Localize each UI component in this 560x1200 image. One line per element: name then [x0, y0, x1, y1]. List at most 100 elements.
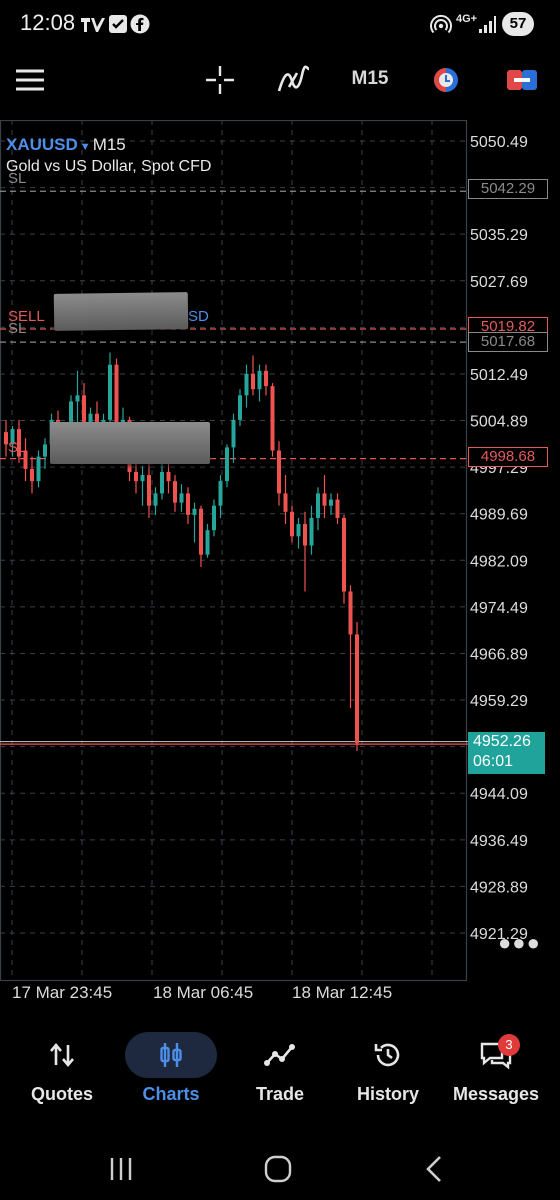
nav-history-label: History [356, 1084, 419, 1104]
x-tick-label: 18 Mar 12:45 [292, 983, 392, 1002]
symbol-name: XAUUSD [6, 135, 78, 154]
nav-trade[interactable]: Trade [226, 1026, 334, 1116]
menu-icon [16, 69, 44, 91]
facebook-icon [130, 14, 150, 39]
candle-body [75, 395, 80, 402]
candle-body [257, 370, 262, 390]
recent-apps-icon[interactable] [108, 1156, 134, 1182]
candle-body [348, 591, 353, 635]
sl-mid-price: 5017.68 [468, 332, 548, 352]
redaction-box-mid [50, 422, 210, 464]
sl-top-label: SL [8, 170, 27, 187]
symbol-dropdown-icon: ▼ [79, 141, 91, 153]
bar-countdown: 06:01 [473, 753, 514, 770]
candle-body [309, 517, 314, 546]
y-tick-label: 4989.69 [470, 507, 528, 524]
candle-body [166, 471, 171, 482]
candle-body [36, 456, 41, 482]
x-tick-label: 18 Mar 06:45 [153, 983, 253, 1002]
y-tick-label: 5012.49 [470, 367, 528, 384]
candle-body [140, 475, 145, 482]
indicators-button[interactable] [270, 52, 318, 108]
home-icon[interactable] [264, 1155, 292, 1183]
one-click-trading-button[interactable] [426, 52, 466, 108]
y-tick-label: 5050.49 [470, 134, 528, 151]
chart-canvas[interactable]: 5050.495035.295027.695012.495004.894997.… [0, 120, 560, 1020]
candle-body [134, 471, 138, 482]
timeframe-selector[interactable]: M15 [344, 68, 396, 90]
candle-body [43, 444, 47, 457]
trade-chart-line-icon [264, 1044, 295, 1066]
sl-top-price: 5042.29 [468, 179, 548, 199]
y-tick-label: 4982.09 [470, 553, 528, 570]
chart-toolbar: M15 [0, 52, 560, 108]
battery-indicator: 57 [502, 12, 534, 36]
price-chart[interactable]: 5050.49 5035.29 5027.69 5012.49 5004.89 4997.… [0, 120, 560, 1020]
candle-body [147, 475, 151, 506]
status-bar: 12:08 4G+ 57 [0, 0, 560, 48]
y-tick-label: 5035.29 [470, 227, 528, 244]
candle-body [199, 508, 203, 555]
y-tick-label: 4928.89 [470, 879, 528, 896]
y-tick-label: 5027.69 [470, 274, 528, 291]
crosshair-icon [206, 66, 234, 94]
current-price: 4952.26 [473, 733, 531, 750]
candle-body [329, 499, 333, 506]
candle-body [290, 511, 294, 537]
candle-body [322, 493, 327, 506]
nav-charts[interactable]: Charts [117, 1026, 225, 1116]
candlestick-icon [160, 1043, 182, 1067]
nav-history[interactable]: History [334, 1026, 442, 1116]
y-tick-label: 5004.89 [470, 414, 528, 431]
hotspot-icon [430, 14, 452, 41]
check-box-icon [108, 14, 128, 39]
more-options-icon[interactable]: ●●● [498, 930, 541, 956]
crosshair-button[interactable] [198, 52, 242, 108]
candle-body [212, 505, 216, 531]
trade-toggle-icon [507, 70, 537, 90]
back-icon[interactable] [424, 1155, 444, 1183]
trade-toggle-button[interactable] [502, 52, 542, 108]
candle-body [231, 419, 236, 448]
redaction-box-top [53, 292, 189, 331]
candle-body [270, 386, 275, 451]
candle-body [205, 530, 210, 555]
one-click-trading-icon [434, 68, 458, 92]
nav-quotes-label: Quotes [30, 1084, 93, 1104]
chart-grid [0, 120, 468, 982]
y-tick-label: 4936.49 [470, 833, 528, 850]
candle-body [277, 450, 281, 494]
candle-body [303, 524, 307, 546]
candle-body [192, 508, 197, 515]
y-tick-label: 4959.29 [470, 693, 528, 710]
nav-charts-label: Charts [142, 1084, 200, 1104]
y-tick-label: 4966.89 [470, 646, 528, 663]
nav-messages-label: Messages [452, 1084, 540, 1104]
nav-trade-label: Trade [255, 1084, 305, 1104]
symbol-header[interactable]: XAUUSD ▼ M15 [6, 135, 126, 155]
candle-body [283, 493, 288, 512]
nav-messages[interactable]: Messages [442, 1026, 550, 1116]
candle-body [225, 447, 229, 482]
sl-low-label: SL [8, 439, 27, 456]
candle-body [342, 517, 346, 592]
history-clock-icon [374, 1043, 400, 1067]
candle-body [355, 634, 359, 744]
menu-button[interactable] [8, 52, 52, 108]
candle-body [296, 524, 301, 537]
candle-body [238, 395, 242, 420]
indicators-icon [277, 65, 310, 92]
order-levels [0, 190, 468, 745]
candle-body [264, 370, 268, 387]
symbol-description: Gold vs US Dollar, Spot CFD [6, 158, 212, 175]
network-label: 4G+ [456, 13, 478, 25]
nav-quotes[interactable]: Quotes [8, 1026, 116, 1116]
candle-body [244, 373, 249, 396]
tradingview-icon [80, 14, 106, 39]
x-tick-label: 17 Mar 23:45 [12, 983, 112, 1002]
y-tick-label: 4944.09 [470, 786, 528, 803]
status-time: 12:08 [20, 10, 76, 35]
candle-body [173, 481, 177, 503]
candle-body [179, 493, 184, 503]
candle-body [160, 471, 164, 494]
